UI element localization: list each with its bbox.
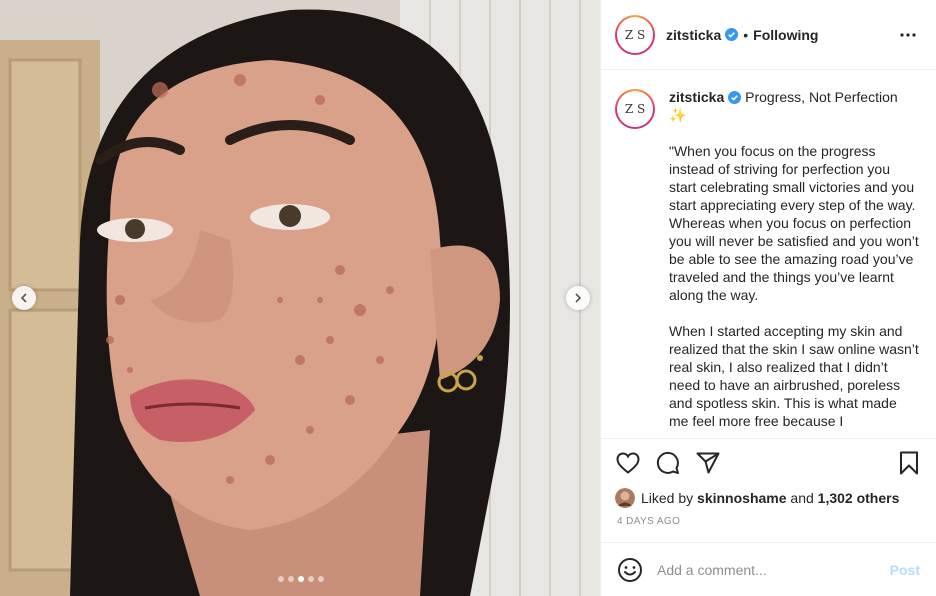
liker-username[interactable]: skinnoshame — [697, 490, 786, 506]
carousel-dot — [278, 576, 284, 582]
likes-connector: and — [790, 490, 814, 506]
header-username[interactable]: zitsticka — [666, 27, 721, 43]
sparkles-emoji: ✨ — [669, 107, 687, 123]
caption-title: Progress, Not Perfection — [745, 89, 898, 105]
instagram-post-modal: Z S zitsticka • Following Z S zitsticka … — [0, 0, 936, 596]
caption-paragraph: When I started accepting my skin and rea… — [669, 323, 919, 429]
likes-count-link[interactable]: 1,302 others — [818, 490, 900, 506]
chevron-right-icon — [575, 293, 582, 303]
avatar-logo: Z S — [617, 16, 653, 53]
following-button[interactable]: Following — [753, 27, 818, 43]
save-button[interactable] — [896, 450, 922, 476]
liker-avatar[interactable] — [615, 488, 635, 508]
avatar-logo: Z S — [617, 91, 653, 127]
post-photo-image — [0, 0, 600, 596]
likes-summary: Liked by skinnoshame and 1,302 others — [601, 486, 936, 510]
comment-icon — [656, 451, 679, 474]
emoji-icon[interactable] — [617, 557, 643, 583]
header-separator: • — [743, 26, 749, 43]
post-comment-button[interactable]: Post — [890, 562, 920, 578]
next-slide-button[interactable] — [566, 286, 590, 310]
caption-title-line: zitsticka Progress, Not Perfection ✨ — [669, 88, 920, 124]
share-button[interactable] — [695, 450, 721, 476]
more-options-button[interactable] — [896, 23, 920, 47]
caption-body: zitsticka Progress, Not Perfection ✨ "Wh… — [669, 88, 920, 430]
comment-button[interactable] — [655, 450, 681, 476]
post-photo[interactable] — [0, 0, 600, 596]
heart-icon — [616, 451, 640, 474]
post-timestamp[interactable]: 4 DAYS AGO — [601, 510, 936, 542]
post-header: Z S zitsticka • Following — [601, 0, 936, 70]
carousel-dot — [288, 576, 294, 582]
bookmark-icon — [900, 451, 918, 474]
verified-badge-icon — [725, 28, 739, 41]
comment-input[interactable] — [657, 561, 890, 578]
liker-avatar-image — [615, 488, 635, 508]
caption-row: Z S zitsticka Progress, Not Perfection ✨… — [615, 88, 920, 430]
carousel-dot — [308, 576, 314, 582]
like-button[interactable] — [615, 450, 641, 476]
caption-username[interactable]: zitsticka — [669, 89, 724, 105]
caption-paragraph: "When you focus on the progress instead … — [669, 143, 919, 303]
more-options-icon — [900, 32, 916, 37]
post-side-panel: Z S zitsticka • Following Z S zitsticka … — [600, 0, 936, 596]
verified-badge-icon — [728, 91, 742, 104]
action-bar — [601, 438, 936, 486]
paper-plane-icon — [696, 452, 720, 473]
chevron-left-icon — [20, 293, 27, 303]
carousel-indicator — [278, 576, 324, 582]
comment-bar: Post — [601, 542, 936, 596]
likes-prefix: Liked by — [641, 490, 694, 506]
avatar[interactable]: Z S — [615, 14, 655, 55]
caption-avatar[interactable]: Z S — [615, 89, 655, 129]
carousel-dot — [298, 576, 304, 582]
carousel-dot — [318, 576, 324, 582]
caption-area[interactable]: Z S zitsticka Progress, Not Perfection ✨… — [601, 70, 936, 438]
previous-slide-button[interactable] — [12, 286, 36, 310]
